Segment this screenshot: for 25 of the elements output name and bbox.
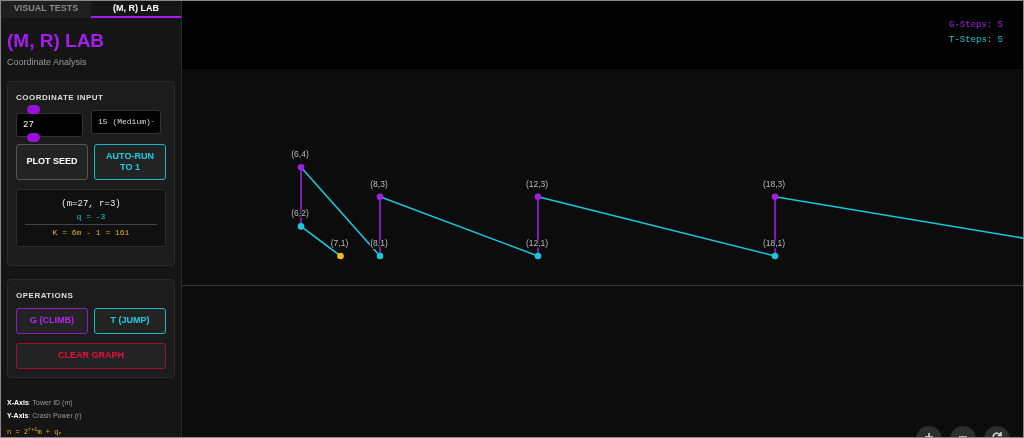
- seed-input-field[interactable]: 27: [16, 112, 83, 137]
- point-label: (18,3): [762, 178, 786, 189]
- point-label: (7,1): [330, 238, 349, 248]
- point-label: (6,4): [291, 149, 309, 160]
- q-readout: q = -3: [76, 210, 106, 222]
- spin-handle[interactable]: [27, 104, 40, 114]
- tab[interactable]: VISUAL TESTS: [1, 1, 91, 18]
- panel-title: (M, R) LAB: [7, 29, 106, 53]
- step-counter: T-Steps: 5: [949, 34, 1003, 46]
- action-button[interactable]: CLEAR GRAPH: [16, 342, 166, 369]
- coordinate-readout: (m=27, r=3): [61, 197, 121, 210]
- action-button[interactable]: T (JUMP): [94, 307, 166, 334]
- action-button[interactable]: AUTO-RUN TO 1: [94, 143, 166, 180]
- point-label: (8,3): [370, 178, 388, 189]
- k-readout: K = 6m - 1 = 161: [52, 226, 130, 238]
- spin-handle[interactable]: [27, 132, 40, 142]
- section-heading: OPERATIONS: [16, 289, 75, 302]
- size-select[interactable]: 15 (Medium): [91, 109, 161, 134]
- step-counter: G-Steps: 5: [949, 19, 1003, 31]
- panel-subtitle: Coordinate Analysis: [7, 56, 88, 69]
- action-button[interactable]: PLOT SEED: [16, 143, 88, 180]
- section-heading: COORDINATE INPUT: [16, 91, 105, 104]
- tab[interactable]: (M, R) LAB: [91, 1, 181, 18]
- point-label: (12,3): [525, 178, 549, 189]
- graph-point: [771, 193, 779, 201]
